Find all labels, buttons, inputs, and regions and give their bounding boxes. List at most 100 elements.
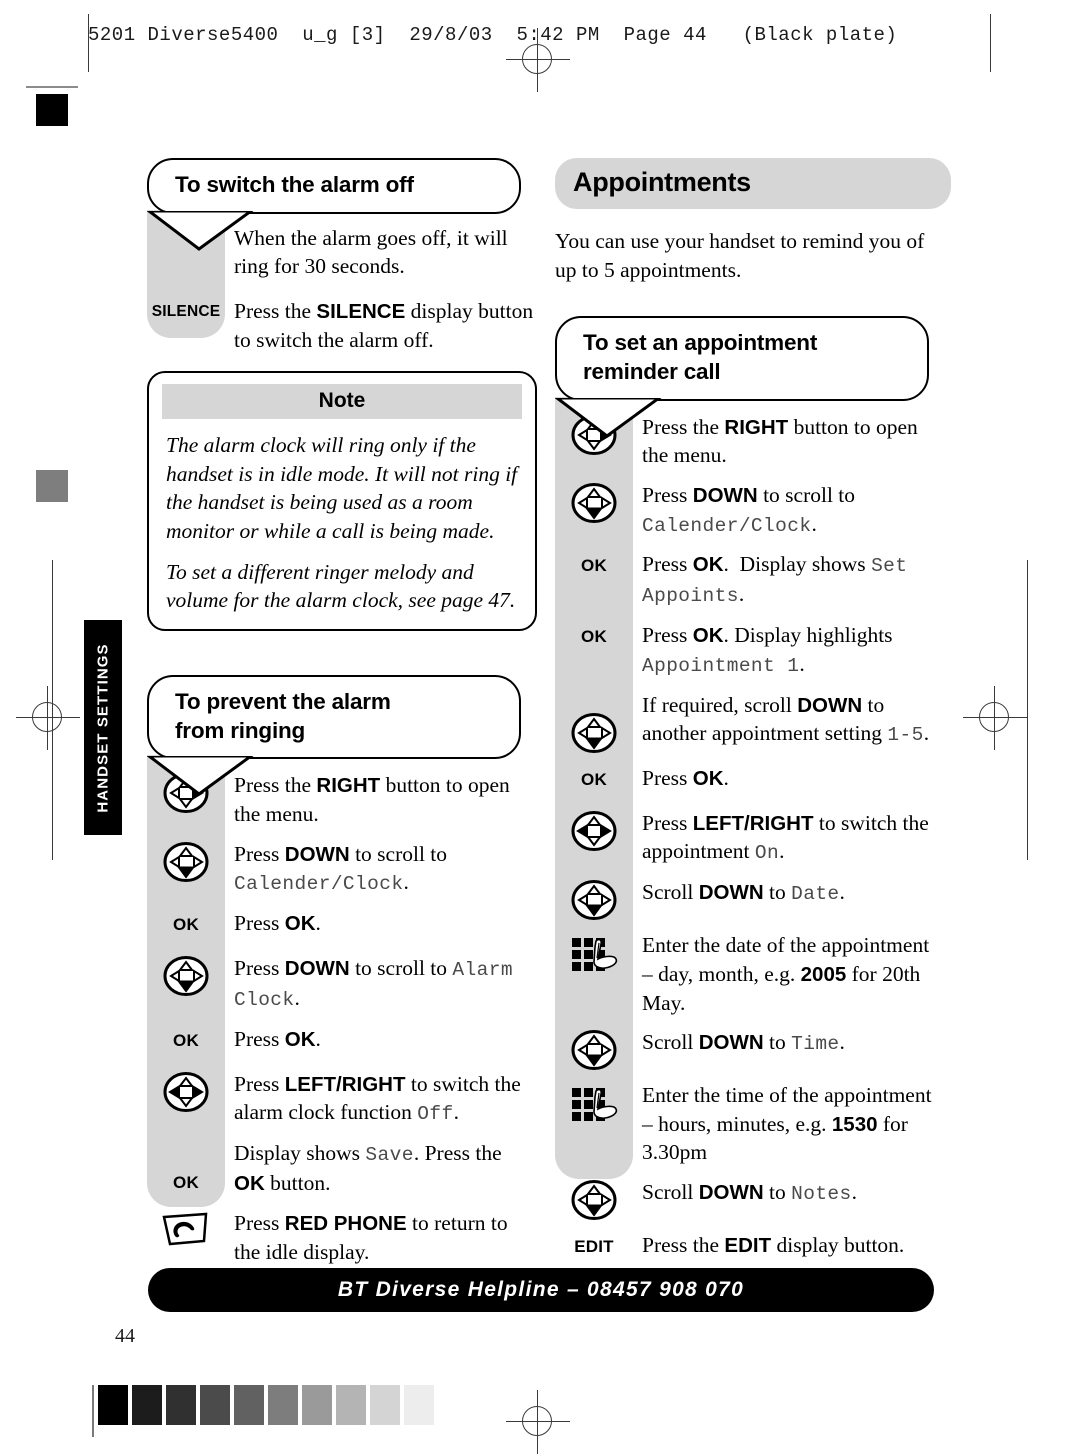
step-text: Scroll DOWN to Time. (642, 1030, 845, 1056)
icon-cell (555, 1028, 633, 1071)
nav-down-icon (571, 1030, 617, 1071)
icon-cell (147, 1209, 225, 1249)
registration-mark-bottom (506, 1390, 570, 1454)
icon-cell: OK (147, 909, 225, 935)
step-text: Press DOWN to scroll to Calender/Clock. (234, 841, 448, 896)
greyscale-calibration-strip (92, 1385, 438, 1437)
step-text: Press the RIGHT button to open the menu. (234, 773, 510, 826)
nav-down-icon (571, 880, 617, 921)
section-title: Appointments (573, 167, 751, 197)
step-text: Enter the date of the appointment – day,… (642, 933, 930, 1015)
step-row: SILENCE Press the SILENCE display button… (147, 297, 537, 354)
left-column: To switch the alarm off When the alarm g… (147, 158, 537, 1277)
step-row: EDIT Press the EDIT display button. (555, 1231, 945, 1265)
callout-tail (147, 210, 254, 251)
nav-down-icon (571, 712, 617, 753)
step-row: Press RED PHONE to return to the idle di… (147, 1209, 537, 1266)
grey-patch (268, 1385, 298, 1425)
registration-mark-top (506, 28, 570, 92)
step-row: OK Press OK. (147, 1025, 537, 1059)
nav-down-icon (163, 841, 209, 882)
step-text: Press the SILENCE display button to swit… (234, 298, 534, 352)
icon-cell: OK (555, 621, 633, 647)
icon-cell (555, 931, 633, 973)
grey-patch (302, 1385, 332, 1425)
step-row: OK Display shows Save. Press the OK butt… (147, 1139, 537, 1198)
icon-cell (555, 1081, 633, 1123)
keypad-icon (572, 938, 618, 972)
icon-cell: SILENCE (147, 297, 225, 321)
icon-cell (147, 954, 225, 997)
step-text: Press LEFT/RIGHT to switch the alarm clo… (234, 1071, 521, 1126)
right-column: Appointments You can use your handset to… (555, 158, 951, 1276)
grey-patch (336, 1385, 366, 1425)
crop-rule-left (88, 14, 89, 72)
helpline-banner: BT Diverse Helpline – 08457 908 070 (148, 1268, 934, 1312)
keypad-icon (572, 1088, 618, 1122)
step-row: Press DOWN to scroll to Alarm Clock. (147, 954, 537, 1014)
step-text: Press RED PHONE to return to the idle di… (234, 1210, 508, 1264)
step-row: Scroll DOWN to Date. (555, 878, 945, 921)
ok-key-icon: OK (173, 1030, 199, 1050)
side-tab-label: HANDSET SETTINGS (94, 642, 112, 813)
step-text: Press OK. (234, 1026, 321, 1051)
crop-rule-right (990, 14, 991, 72)
ok-key-icon: OK (581, 627, 607, 647)
icon-cell (555, 481, 633, 523)
grey-patch (234, 1385, 264, 1425)
step-row: Press LEFT/RIGHT to switch the appointme… (555, 809, 945, 868)
trim-rule-right (1027, 560, 1028, 860)
step-text: Enter the time of the appointment – hour… (642, 1083, 932, 1165)
step-text: Press DOWN to scroll to Alarm Clock. (234, 956, 513, 1011)
step-text: Scroll DOWN to Date. (642, 880, 845, 906)
page-number: 44 (115, 1325, 135, 1347)
step-text: Press OK. Display highlights Appointment… (642, 623, 893, 677)
red-phone-icon (162, 1212, 208, 1246)
icon-cell: OK (147, 1025, 225, 1051)
step-row: Scroll DOWN to Notes. (555, 1178, 945, 1220)
side-thumb-tab: HANDSET SETTINGS (84, 620, 122, 835)
note-paragraph: To set a different ringer melody and vol… (166, 559, 516, 613)
step-text: Press the EDIT display button. (642, 1232, 905, 1257)
ok-key-icon: OK (173, 915, 199, 935)
step-text: Press OK. (234, 911, 321, 936)
step-text: Press LEFT/RIGHT to switch the appointme… (642, 810, 929, 865)
callout-tail (147, 756, 254, 797)
step-text: Scroll DOWN to Notes. (642, 1179, 858, 1205)
step-row: If required, scroll DOWN to another appo… (555, 691, 945, 753)
silence-key-icon: SILENCE (151, 302, 221, 320)
step-text: Press the RIGHT button to open the menu. (642, 414, 918, 468)
callout-set-appointment: To set an appointment reminder call (555, 316, 929, 401)
icon-cell (555, 878, 633, 921)
grey-patch (166, 1385, 196, 1425)
icon-cell: OK (555, 764, 633, 790)
step-row: Scroll DOWN to Time. (555, 1028, 945, 1071)
callout-title: To prevent the alarm from ringing (175, 688, 391, 743)
color-patch-black (26, 86, 78, 126)
step-row: OK Press OK. Display highlights Appointm… (555, 621, 945, 680)
grey-patch (132, 1385, 162, 1425)
step-row: Enter the date of the appointment – day,… (555, 931, 945, 1017)
note-paragraph: The alarm clock will ring only if the ha… (166, 433, 518, 543)
icon-cell: OK (555, 550, 633, 576)
step-text: Display shows Save. Press the OK button. (234, 1141, 502, 1196)
callout-title: To set an appointment reminder call (583, 330, 818, 384)
step-text: Press DOWN to scroll to Calender/Clock. (642, 482, 856, 537)
edit-key-icon: EDIT (574, 1236, 614, 1256)
step-text: If required, scroll DOWN to another appo… (642, 692, 930, 747)
helpline-text: BT Diverse Helpline – 08457 908 070 (337, 1278, 745, 1301)
ok-key-icon: OK (581, 556, 607, 576)
section-header-appointments: Appointments (555, 158, 951, 209)
callout-prevent-alarm: To prevent the alarm from ringing (147, 674, 521, 760)
nav-down-icon (571, 482, 617, 523)
step-row: OK Press OK. Display shows Set Appoints. (555, 550, 945, 610)
icon-cell: OK (147, 1139, 225, 1193)
icon-cell (555, 809, 633, 851)
nav-left-right-icon (163, 1071, 209, 1112)
steps-set-appointment: Press the RIGHT button to open the menu.… (555, 396, 945, 1265)
step-text: Press OK. Display shows Set Appoints. (642, 552, 908, 608)
intro-paragraph: You can use your handset to remind you o… (555, 229, 925, 282)
step-row: Press LEFT/RIGHT to switch the alarm clo… (147, 1070, 537, 1129)
grey-patch (98, 1385, 128, 1425)
icon-cell (555, 691, 633, 753)
